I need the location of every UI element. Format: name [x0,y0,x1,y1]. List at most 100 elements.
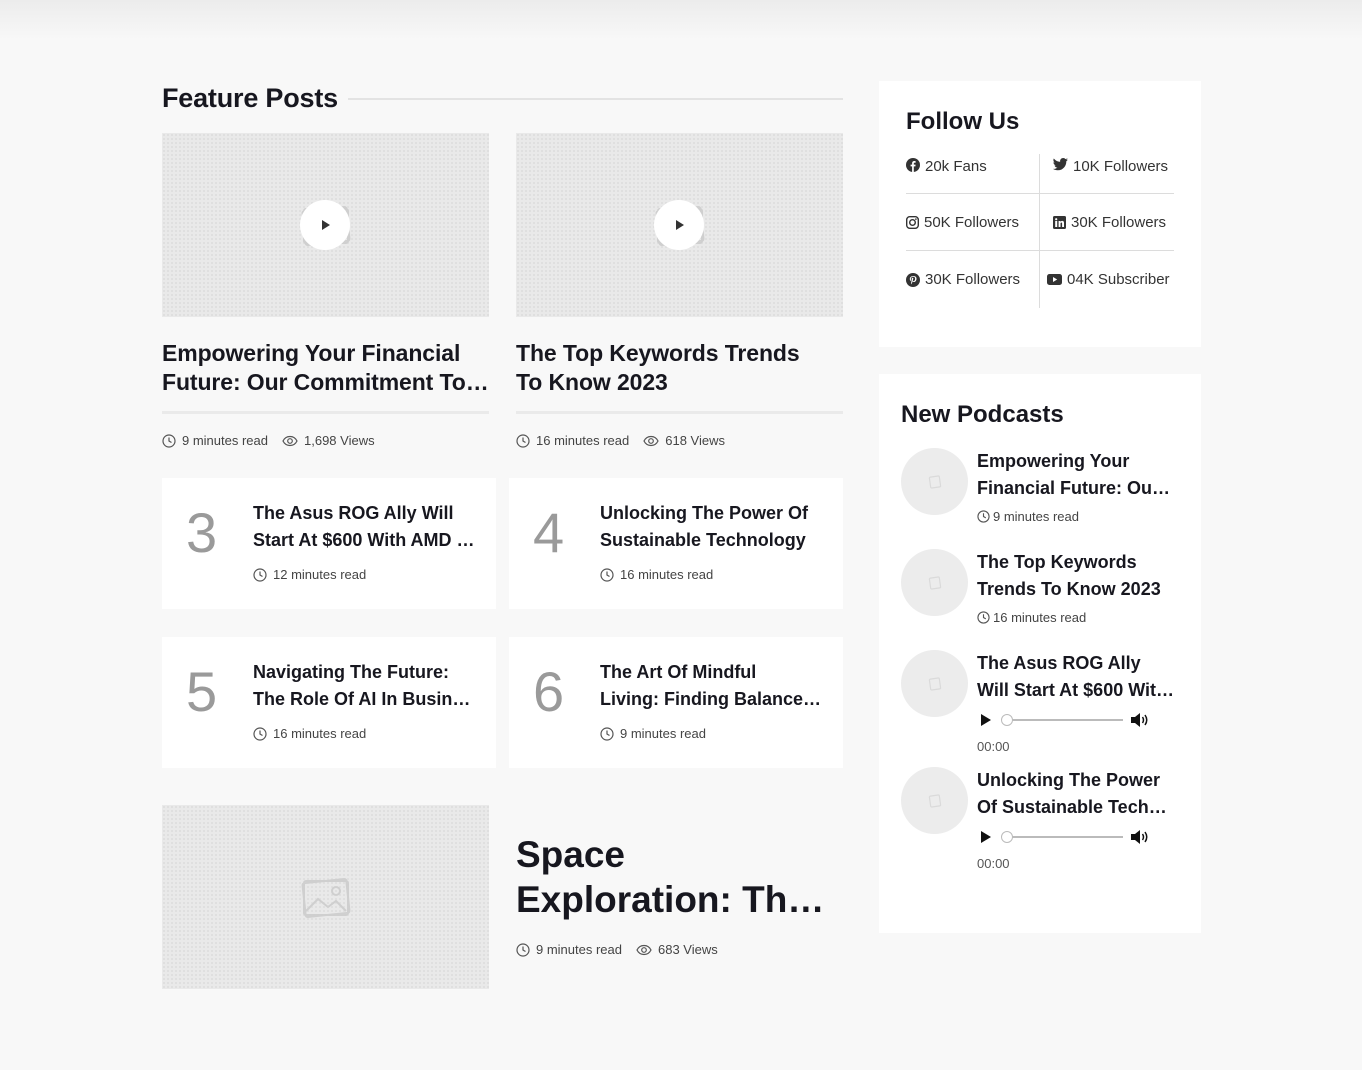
audio-seek-bar[interactable] [1001,714,1123,726]
post-thumbnail[interactable] [162,805,489,989]
video-play-button[interactable] [653,200,704,250]
read-time-text: 9 minutes read [993,509,1079,524]
podcast-title[interactable]: Unlocking The Power Of Sustainable Techn… [977,767,1177,821]
read-time-text: 9 minutes read [182,433,268,448]
podcast-title-line[interactable]: Of Sustainable Technology [977,794,1177,821]
podcast-title-line[interactable]: The Top Keywords [977,549,1177,576]
post-title[interactable]: The Top Keywords Trends To Know 2023 [516,339,843,397]
eye-icon [282,435,298,446]
read-time-text: 12 minutes read [273,567,367,582]
post-title-line[interactable]: Living: Finding Balance In Life [600,686,825,713]
podcasts-widget: New Podcasts Empowering Your Financial F… [879,374,1201,933]
podcast-title-line[interactable]: The Asus ROG Ally [977,650,1177,677]
post-title[interactable]: Navigating The Future: The Role Of AI In… [253,659,478,713]
clock-icon [600,567,614,582]
post-title-line[interactable]: The Top Keywords Trends [516,339,843,368]
view-count-text: 683 Views [658,942,718,957]
social-row: 20k Fans 10K Followers [906,154,1174,194]
podcast-title-line[interactable]: Financial Future: Our Commitment [977,475,1177,502]
seek-handle[interactable] [1001,831,1013,843]
podcast-title-line[interactable]: Empowering Your [977,448,1177,475]
post-title-line[interactable]: The Asus ROG Ally Will [253,500,478,527]
post-title-line[interactable]: The Role Of AI In Business [253,686,478,713]
post-meta: 16 minutes read 618 Views [516,433,843,448]
podcast-title-line[interactable]: Trends To Know 2023 [977,576,1177,603]
post-title-line[interactable]: Sustainable Technology [600,527,825,554]
widget-title: New Podcasts [901,401,1064,428]
feature-post-row: Empowering Your Financial Future: Our Co… [162,133,843,453]
post-number: 5 [186,660,218,723]
pinterest-icon [906,272,920,287]
post-title-line[interactable]: Space [516,832,843,877]
social-count[interactable]: 04K Subscriber [1067,271,1170,288]
eye-icon [643,435,659,446]
facebook-link[interactable]: 20k Fans [906,154,1040,193]
social-count[interactable]: 30K Followers [1071,214,1166,231]
podcast-title[interactable]: The Asus ROG Ally Will Start At $600 Wit… [977,650,1177,704]
post-title[interactable]: Empowering Your Financial Future: Our Co… [162,339,489,397]
numbered-post-card[interactable]: 3 The Asus ROG Ally Will Start At $600 W… [162,478,496,609]
linkedin-link[interactable]: 30K Followers [1040,194,1174,250]
post-meta: 9 minutes read 683 Views [516,942,732,957]
instagram-icon [906,215,919,229]
social-count[interactable]: 20k Fans [925,158,987,175]
podcast-thumbnail[interactable] [901,650,968,717]
read-time-text: 9 minutes read [620,726,706,741]
volume-icon[interactable] [1130,829,1150,845]
podcast-thumbnail[interactable] [901,448,968,515]
podcast-thumbnail[interactable] [901,549,968,616]
podcast-title-line[interactable]: Unlocking The Power [977,767,1177,794]
read-time: 16 minutes read [977,610,1086,625]
audio-time: 00:00 [977,739,1010,754]
social-count[interactable]: 30K Followers [925,271,1020,288]
numbered-post-card[interactable]: 6 The Art Of Mindful Living: Finding Bal… [509,637,843,768]
view-count-text: 618 Views [665,433,725,448]
social-count[interactable]: 50K Followers [924,214,1019,231]
pinterest-link[interactable]: 30K Followers [906,251,1040,308]
post-number: 4 [533,501,565,564]
post-title-line[interactable]: Navigating The Future: [253,659,478,686]
post-thumbnail[interactable] [162,133,489,317]
instagram-link[interactable]: 50K Followers [906,194,1040,250]
post-title-line[interactable]: Exploration: The Final Frontier [516,877,843,922]
numbered-post-card[interactable]: 5 Navigating The Future: The Role Of AI … [162,637,496,768]
podcast-title[interactable]: The Top Keywords Trends To Know 2023 [977,549,1177,603]
image-placeholder-icon [928,575,941,590]
audio-play-button[interactable] [981,714,991,726]
audio-play-button[interactable] [981,831,991,843]
youtube-icon [1047,274,1062,285]
youtube-link[interactable]: 04K Subscriber [1040,251,1174,308]
post-title-line[interactable]: Empowering Your Financial [162,339,489,368]
podcast-title[interactable]: Empowering Your Financial Future: Our Co… [977,448,1177,502]
post-title-line[interactable]: Start At $600 With AMD Ryzen [253,527,478,554]
post-title-line[interactable]: Unlocking The Power Of [600,500,825,527]
social-count[interactable]: 10K Followers [1073,158,1168,175]
read-time: 12 minutes read [253,567,366,582]
post-title[interactable]: Unlocking The Power Of Sustainable Techn… [600,500,825,554]
numbered-post-card[interactable]: 4 Unlocking The Power Of Sustainable Tec… [509,478,843,609]
linkedin-icon [1053,215,1066,229]
feature-post-card[interactable]: The Top Keywords Trends To Know 2023 16 … [516,133,843,448]
post-title[interactable]: The Asus ROG Ally Will Start At $600 Wit… [253,500,478,554]
post-title-line[interactable]: Future: Our Commitment To You [162,368,489,397]
post-title[interactable]: The Art Of Mindful Living: Finding Balan… [600,659,825,713]
post-title-line[interactable]: To Know 2023 [516,368,843,397]
post-title[interactable]: Space Exploration: The Final Frontier [516,832,843,922]
twitter-link[interactable]: 10K Followers [1040,154,1174,193]
clock-icon [600,726,614,741]
play-icon [322,220,330,230]
read-time-text: 16 minutes read [993,610,1087,625]
post-title-line[interactable]: The Art Of Mindful [600,659,825,686]
view-count: 683 Views [636,942,718,957]
seek-handle[interactable] [1001,714,1013,726]
audio-seek-bar[interactable] [1001,831,1123,843]
read-time: 16 minutes read [253,726,366,741]
post-thumbnail[interactable] [516,133,843,317]
audio-time: 00:00 [977,856,1010,871]
volume-icon[interactable] [1130,712,1150,728]
video-play-button[interactable] [299,200,350,250]
feature-post-card[interactable]: Empowering Your Financial Future: Our Co… [162,133,489,448]
podcast-thumbnail[interactable] [901,767,968,834]
podcast-title-line[interactable]: Will Start At $600 With AMD [977,677,1177,704]
clock-icon [253,726,267,741]
